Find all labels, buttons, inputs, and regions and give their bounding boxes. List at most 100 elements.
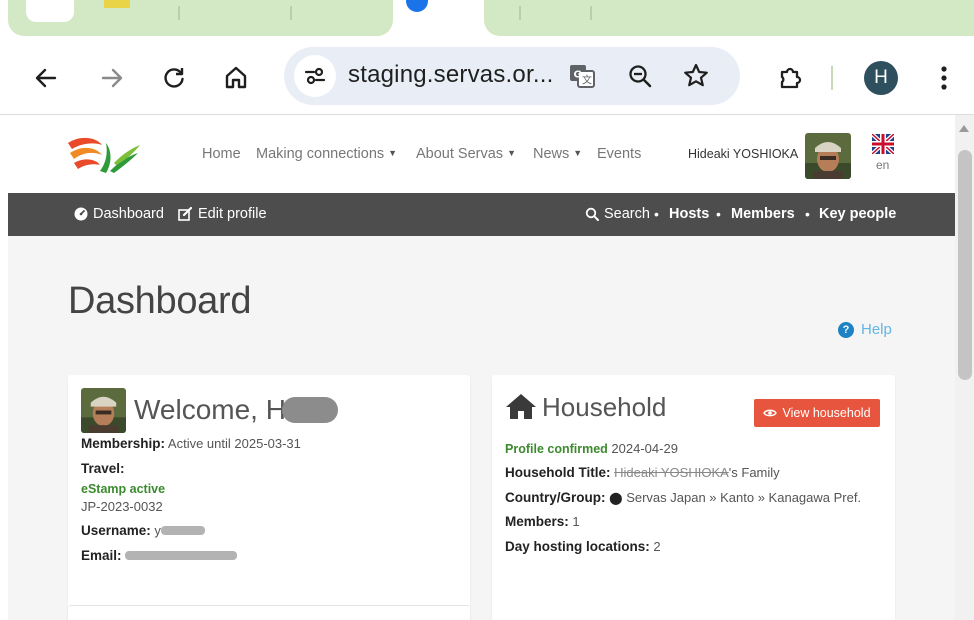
browser-tab-inactive[interactable] <box>8 0 393 36</box>
profile-photo <box>81 388 126 433</box>
sub-navigation: Dashboard Edit profile Search • Hosts • … <box>8 193 955 236</box>
country-group-value: Servas Japan » Kanto » Kanagawa Pref. <box>626 490 862 505</box>
tab-pill <box>26 0 74 22</box>
extensions-button[interactable] <box>768 56 812 100</box>
redacted-username <box>160 526 205 535</box>
language-code[interactable]: en <box>876 158 889 172</box>
hosting-label: Day hosting locations: <box>505 539 650 554</box>
subnav-members[interactable]: Members <box>731 206 795 222</box>
subnav-edit-profile-label: Edit profile <box>198 206 267 222</box>
forward-arrow-icon <box>101 68 123 88</box>
nav-news[interactable]: News ▼ <box>533 146 582 162</box>
household-title-suffix: 's Family <box>728 465 780 480</box>
map-marker-icon: ⬤ <box>609 491 623 505</box>
servas-logo[interactable] <box>66 133 142 177</box>
travel-label: Travel: <box>81 461 125 476</box>
edit-icon <box>178 207 193 221</box>
nav-about-servas[interactable]: About Servas ▼ <box>416 146 516 162</box>
estamp-id-row: JP-2023-0032 <box>81 499 163 514</box>
browser-tab-strip <box>0 0 974 40</box>
url-text[interactable]: staging.servas.or... <box>348 61 553 89</box>
tab-separator <box>519 6 521 20</box>
site-header: Home Making connections ▼ About Servas ▼ N… <box>8 115 955 193</box>
active-tab-favicon[interactable] <box>406 0 428 12</box>
eye-icon <box>763 409 778 417</box>
help-label: Help <box>861 321 892 338</box>
scroll-up-arrow-icon[interactable] <box>959 125 969 132</box>
nav-news-label: News <box>533 146 570 162</box>
household-title-name: Hideaki YOSHIOKA <box>614 465 729 480</box>
avatar-photo <box>81 388 126 433</box>
browser-tab-inactive[interactable] <box>484 0 974 36</box>
home-icon <box>225 66 247 89</box>
svg-text:文: 文 <box>582 74 592 87</box>
tune-icon <box>304 67 326 85</box>
zoom-out-icon <box>629 65 652 88</box>
reload-button[interactable] <box>152 56 196 100</box>
membership-value: Active until 2025-03-31 <box>167 436 301 451</box>
zoom-button[interactable] <box>620 56 660 96</box>
estamp-status-row: eStamp active <box>81 481 165 496</box>
address-bar[interactable]: staging.servas.or... G 文 <box>284 47 740 105</box>
separator-dot: • <box>805 206 810 222</box>
subnav-hosts[interactable]: Hosts <box>669 206 709 222</box>
profile-confirmed-date: 2024-04-29 <box>611 441 678 456</box>
members-label: Members: <box>505 514 569 529</box>
toolbar-divider <box>831 66 833 90</box>
household-title-row: Household Title: Hideaki YOSHIOKA's Fami… <box>505 465 780 480</box>
back-button[interactable] <box>24 56 68 100</box>
web-page: Home Making connections ▼ About Servas ▼ N… <box>8 115 955 620</box>
star-icon <box>684 63 708 87</box>
dashboard-gauge-icon <box>74 207 88 221</box>
nav-home[interactable]: Home <box>202 146 241 162</box>
travel-label-row: Travel: <box>81 461 125 476</box>
profile-confirmed-label: Profile confirmed <box>505 442 608 456</box>
search-icon <box>585 207 599 221</box>
subnav-edit-profile[interactable]: Edit profile <box>178 206 267 222</box>
profile-avatar-button[interactable]: H <box>864 61 898 95</box>
username-value: y <box>154 523 161 538</box>
browser-toolbar: staging.servas.or... G 文 H <box>0 40 974 114</box>
tab-separator <box>178 6 180 20</box>
estamp-id: JP-2023-0032 <box>81 499 163 514</box>
scrollbar-thumb[interactable] <box>958 150 972 380</box>
nav-making-connections-label: Making connections <box>256 146 385 162</box>
household-card: Household View household Profile confirm… <box>492 375 895 620</box>
nav-making-connections[interactable]: Making connections ▼ <box>256 146 397 162</box>
welcome-card: Welcome, H Membership: Active until 2025… <box>68 375 470 620</box>
nav-events[interactable]: Events <box>597 146 641 162</box>
forward-button[interactable] <box>90 56 134 100</box>
email-row: Email: <box>81 548 238 563</box>
email-label: Email: <box>81 548 122 563</box>
estamp-status: eStamp active <box>81 482 166 496</box>
user-avatar[interactable] <box>805 133 851 179</box>
country-group-label: Country/Group: <box>505 490 606 505</box>
members-row: Members: 1 <box>505 514 580 529</box>
subnav-search-label: Search <box>604 206 650 222</box>
puzzle-icon <box>780 67 802 89</box>
members-value: 1 <box>572 514 580 529</box>
site-info-button[interactable] <box>294 55 336 97</box>
subnav-key-people[interactable]: Key people <box>819 206 896 222</box>
translate-icon: G 文 <box>570 65 595 88</box>
user-menu-name[interactable]: Hideaki YOSHIOKA <box>688 147 798 161</box>
membership-row: Membership: Active until 2025-03-31 <box>81 436 301 451</box>
subnav-dashboard[interactable]: Dashboard <box>74 206 164 222</box>
bookmark-button[interactable] <box>676 56 716 96</box>
view-household-button[interactable]: View household <box>754 399 880 427</box>
help-link[interactable]: ? Help <box>838 321 892 338</box>
translate-button[interactable]: G 文 <box>562 56 602 96</box>
uk-flag-icon[interactable] <box>872 134 894 154</box>
chrome-menu-button[interactable] <box>922 56 966 100</box>
next-card-section <box>68 605 470 620</box>
subnav-dashboard-label: Dashboard <box>93 206 164 222</box>
home-button[interactable] <box>214 56 258 100</box>
caret-down-icon: ▼ <box>573 148 583 158</box>
country-group-row: Country/Group: ⬤ Servas Japan » Kanto » … <box>505 490 861 505</box>
subnav-search[interactable]: Search <box>585 206 650 222</box>
hosting-locations-row: Day hosting locations: 2 <box>505 539 661 554</box>
username-row: Username: y <box>81 523 205 538</box>
welcome-heading: Welcome, H <box>134 394 338 426</box>
page-left-gutter <box>0 115 8 620</box>
tab-separator <box>290 6 292 20</box>
